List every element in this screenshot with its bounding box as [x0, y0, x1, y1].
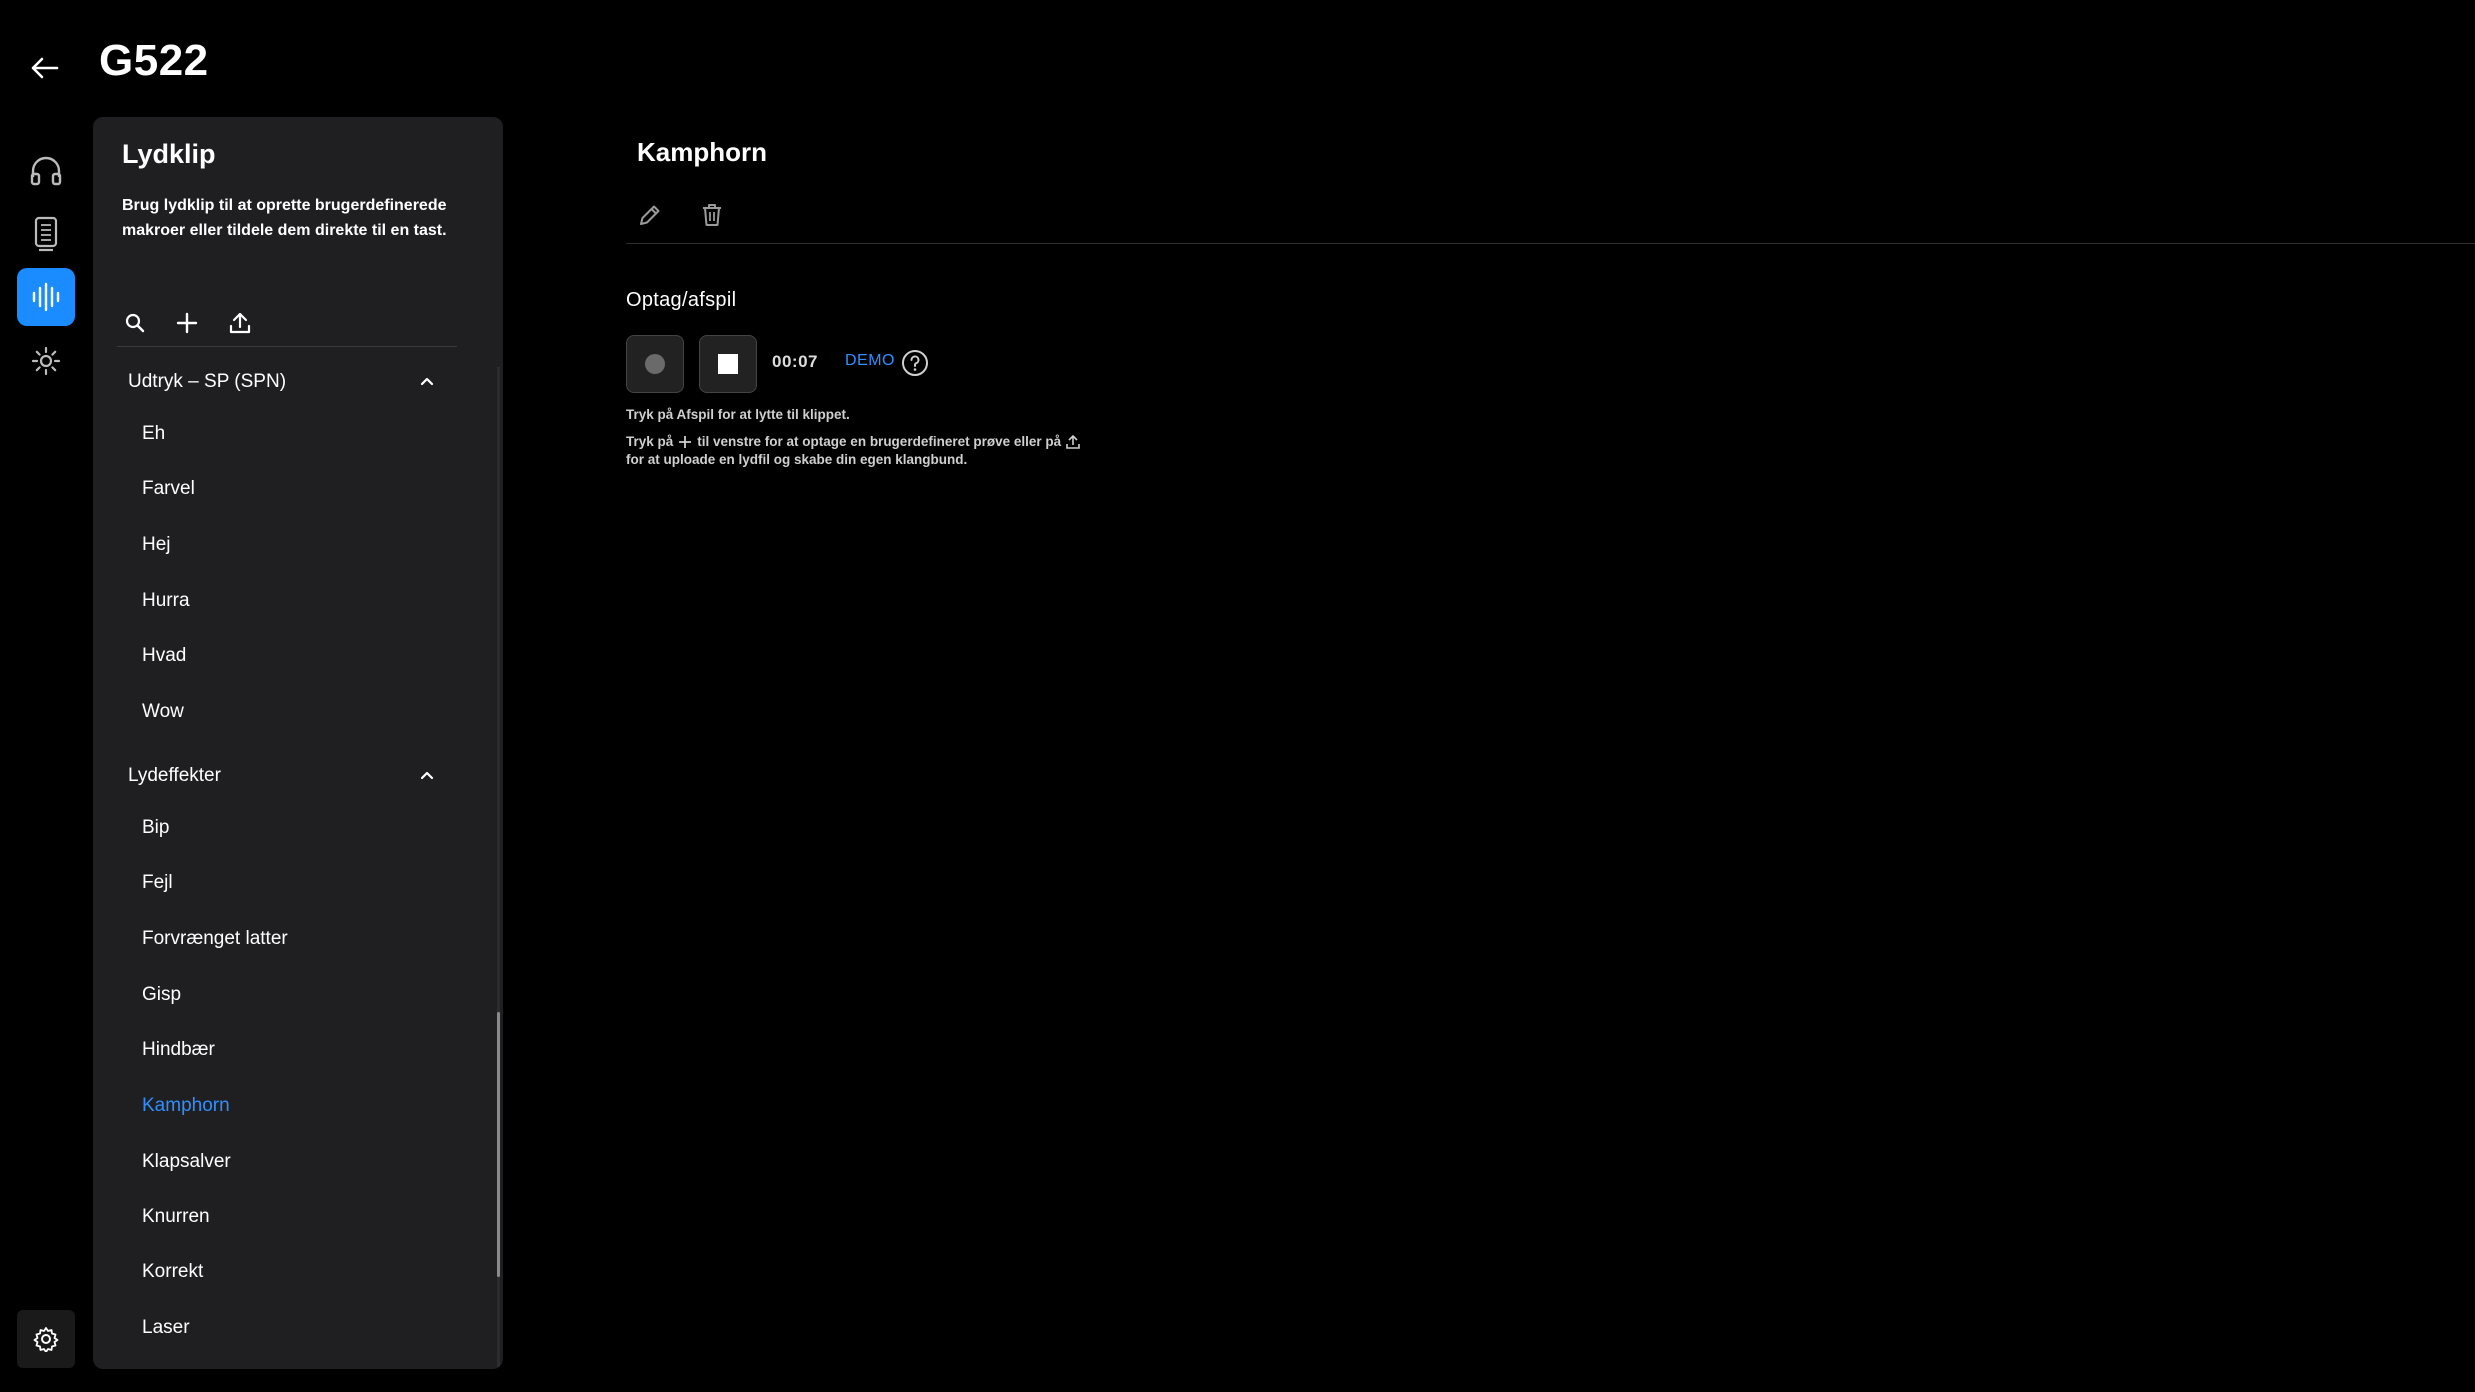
search-button[interactable] [115, 303, 155, 343]
list-item[interactable]: Knurren [93, 1192, 493, 1244]
group-header-udtryk[interactable]: Udtryk – SP (SPN) [93, 359, 493, 405]
list-item-label: Kamphorn [142, 1095, 230, 1116]
group-label: Udtryk – SP (SPN) [128, 371, 287, 392]
list-item-label: Laser [142, 1317, 190, 1338]
pencil-icon [640, 205, 660, 225]
sound-wave-icon [32, 282, 60, 312]
hint-line-2: Tryk på til venstre for at optage en bru… [626, 434, 1080, 449]
list-item-label: Eh [142, 423, 166, 444]
list-item[interactable]: Gisp [93, 970, 493, 1022]
back-button[interactable] [22, 46, 66, 90]
rail-lighting-button[interactable] [17, 332, 75, 390]
list-item[interactable]: Klapsalver [93, 1137, 493, 1189]
list-item[interactable]: Farvel [93, 464, 493, 516]
hint-text: Tryk på [626, 434, 674, 449]
list-item[interactable]: Korrekt [93, 1247, 493, 1299]
rename-button[interactable] [630, 195, 670, 235]
scrollbar-thumb[interactable] [497, 1012, 500, 1277]
rail-soundclips-button[interactable] [17, 268, 75, 326]
list-item-selected[interactable]: Kamphorn [93, 1081, 493, 1133]
hint-line-1: Tryk på Afspil for at lytte til klippet. [626, 407, 850, 422]
rail-headset-button[interactable] [17, 142, 75, 200]
clip-title: Kamphorn [637, 137, 767, 167]
list-item[interactable]: Hurra [93, 576, 493, 628]
list-item[interactable]: Bip [93, 803, 493, 855]
panel-description: Brug lydklip til at oprette brugerdefine… [122, 197, 447, 239]
gear-icon [33, 1327, 59, 1352]
list-item-label: Wow [142, 701, 184, 722]
headset-icon [30, 156, 62, 186]
stop-icon [718, 354, 738, 374]
panel-divider [117, 346, 457, 347]
list-item[interactable]: Fejl [93, 858, 493, 910]
search-icon [125, 313, 145, 333]
list-item-label: Farvel [142, 478, 195, 499]
list-item[interactable]: Laser [93, 1303, 493, 1355]
list-item-label: Hurra [142, 590, 190, 611]
record-button[interactable] [626, 335, 684, 393]
list-item-label: Forvrænget latter [142, 928, 288, 949]
chevron-up-icon [420, 771, 434, 780]
delete-button[interactable] [692, 195, 732, 235]
list-item-label: Gisp [142, 984, 182, 1005]
arrow-left-icon [31, 57, 59, 79]
list-item[interactable]: Hindbær [93, 1025, 493, 1077]
record-icon [645, 354, 665, 374]
soundclips-panel: Lydklip Brug lydklip til at oprette brug… [93, 117, 503, 1369]
rail-device-button[interactable] [17, 205, 75, 263]
list-item-label: Bip [142, 817, 170, 838]
help-button[interactable] [901, 349, 929, 377]
list-item-label: Hindbær [142, 1039, 215, 1060]
chevron-up-icon [420, 377, 434, 386]
list-item-label: Klapsalver [142, 1151, 231, 1172]
brightness-icon [31, 346, 61, 376]
group-header-lydeffekter[interactable]: Lydeffekter [93, 753, 493, 799]
add-clip-button[interactable] [167, 303, 207, 343]
plus-icon [679, 435, 692, 448]
settings-button[interactable] [17, 1310, 75, 1368]
hint-text: til venstre for at optage en brugerdefin… [697, 434, 1062, 449]
section-label: Optag/afspil [626, 289, 737, 311]
list-item[interactable]: Hvad [93, 631, 493, 683]
list-item[interactable]: Forvrænget latter [93, 914, 493, 966]
panel-title: Lydklip [122, 139, 216, 169]
list-item[interactable]: Wow [93, 687, 493, 739]
device-title: G522 [99, 36, 209, 85]
upload-clip-button[interactable] [220, 303, 260, 343]
clip-duration: 00:07 [772, 352, 818, 371]
demo-badge: DEMO [845, 352, 895, 369]
plus-icon [176, 312, 198, 334]
list-item-label: Korrekt [142, 1261, 204, 1282]
upload-icon [229, 312, 251, 334]
upload-icon [1066, 434, 1080, 449]
question-circle-icon [902, 350, 928, 376]
list-item-label: Fejl [142, 872, 173, 893]
list-item[interactable]: Eh [93, 409, 493, 461]
list-item-label: Hej [142, 534, 171, 555]
list-item[interactable]: Hej [93, 520, 493, 572]
stop-button[interactable] [699, 335, 757, 393]
device-remote-icon [34, 216, 58, 252]
group-label: Lydeffekter [128, 765, 221, 786]
list-item-label: Knurren [142, 1206, 210, 1227]
main-divider [626, 243, 2475, 244]
list-item-label: Hvad [142, 645, 187, 666]
trash-icon [703, 204, 721, 226]
hint-line-3: for at uploade en lydfil og skabe din eg… [626, 452, 968, 467]
